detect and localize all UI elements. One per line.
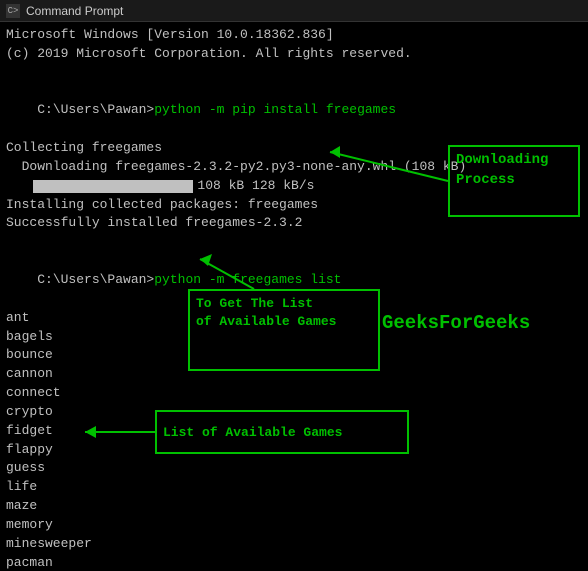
terminal-line: C:\Users\Pawan>python -m pip install fre… [6, 83, 582, 140]
geeksforgeeks-label: GeeksForGeeks [382, 312, 530, 334]
cmd-icon: C> [6, 4, 20, 18]
terminal-line: guess [6, 459, 582, 478]
terminal-line: Microsoft Windows [Version 10.0.18362.83… [6, 26, 582, 45]
progress-text: 108 kB 128 kB/s [197, 177, 314, 196]
prompt: C:\Users\Pawan> [37, 272, 154, 287]
progress-line: 108 kB 128 kB/s [6, 177, 582, 196]
terminal-line: fidget [6, 422, 582, 441]
terminal-line: flappy [6, 441, 582, 460]
terminal-line: minesweeper [6, 535, 582, 554]
progress-bar-fill [33, 180, 193, 193]
command-text: python -m freegames list [154, 272, 341, 287]
terminal-line: life [6, 478, 582, 497]
terminal-line: cannon [6, 365, 582, 384]
terminal-line: (c) 2019 Microsoft Corporation. All righ… [6, 45, 582, 64]
progress-bar [33, 180, 193, 193]
terminal-line: pacman [6, 554, 582, 571]
terminal-line [6, 64, 582, 83]
terminal-line: Collecting freegames [6, 139, 582, 158]
prompt: C:\Users\Pawan> [37, 102, 154, 117]
window-title: Command Prompt [26, 4, 123, 18]
terminal-line [6, 233, 582, 252]
terminal-body: Microsoft Windows [Version 10.0.18362.83… [0, 22, 588, 571]
terminal-line: memory [6, 516, 582, 535]
terminal-line: crypto [6, 403, 582, 422]
terminal-line: bounce [6, 346, 582, 365]
terminal-line: Installing collected packages: freegames [6, 196, 582, 215]
terminal-line: connect [6, 384, 582, 403]
terminal-line: Successfully installed freegames-2.3.2 [6, 214, 582, 233]
title-bar: C> Command Prompt [0, 0, 588, 22]
terminal-line: Downloading freegames-2.3.2-py2.py3-none… [6, 158, 582, 177]
command-text: python -m pip install freegames [154, 102, 396, 117]
terminal-line: C:\Users\Pawan>python -m freegames list [6, 252, 582, 309]
terminal-line: maze [6, 497, 582, 516]
